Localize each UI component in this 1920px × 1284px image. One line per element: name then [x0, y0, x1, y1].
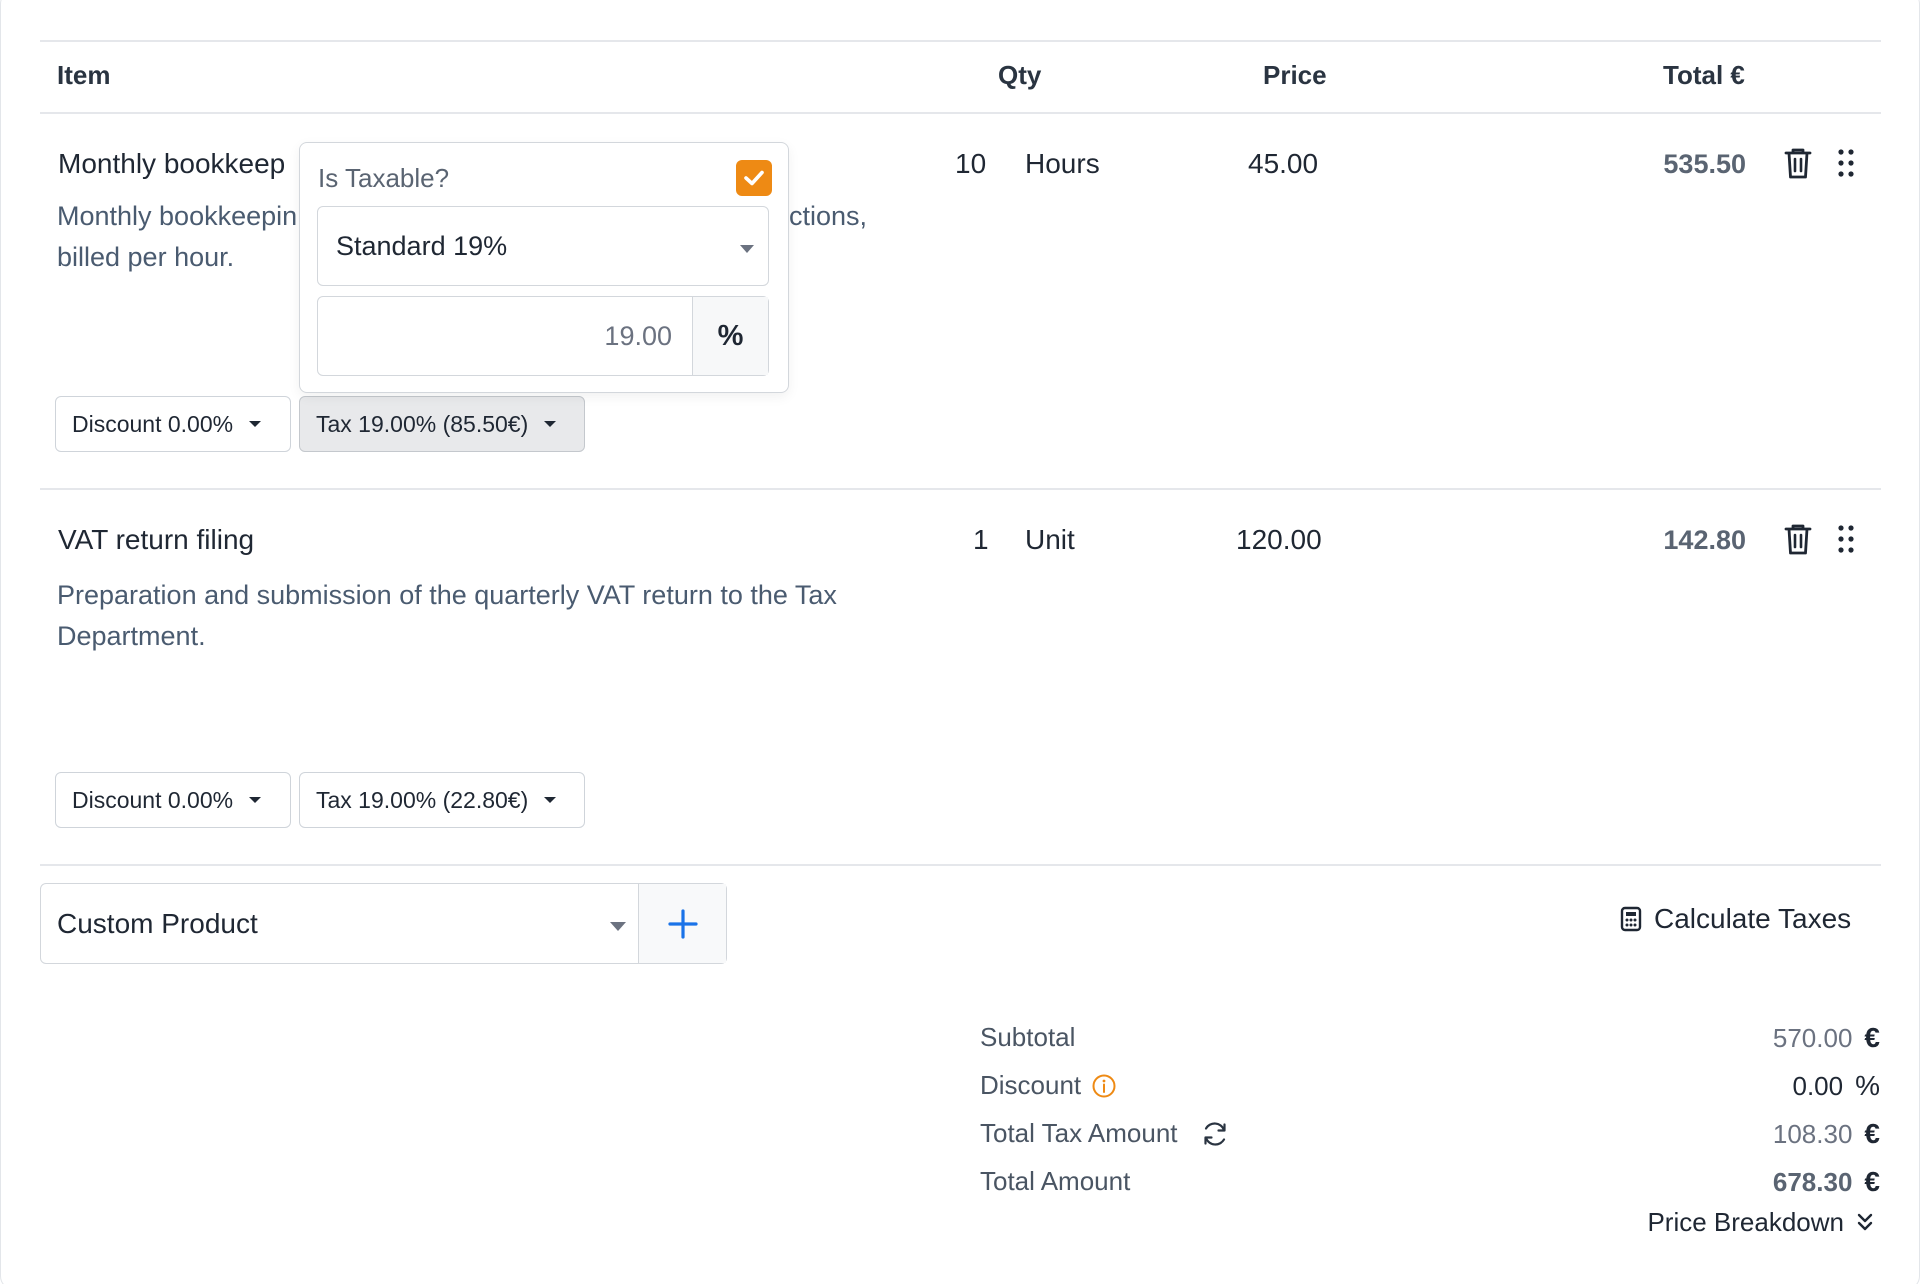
tax-dropdown-label: Tax 19.00% (85.50€): [316, 410, 529, 437]
percent-addon: %: [692, 297, 768, 375]
total-amount-label-text: Total Amount: [980, 1166, 1131, 1196]
item-qty[interactable]: 10: [955, 148, 986, 180]
currency-symbol: €: [1864, 1022, 1880, 1053]
refresh-icon[interactable]: [1200, 1119, 1230, 1149]
item-title[interactable]: Monthly bookkeep: [58, 148, 285, 180]
caret-down-icon: [249, 421, 262, 427]
is-taxable-label: Is Taxable?: [318, 163, 450, 193]
price-breakdown-label: Price Breakdown: [1647, 1207, 1844, 1237]
header-total: Total €: [1663, 60, 1745, 90]
item-price[interactable]: 120.00: [1236, 524, 1322, 556]
calculate-taxes-button[interactable]: Calculate Taxes: [1620, 903, 1851, 935]
discount-label-text: Discount: [980, 1070, 1082, 1100]
caret-down-icon: [740, 245, 754, 253]
discount-summary-value: 0.00 %: [1792, 1070, 1880, 1102]
item-unit[interactable]: Unit: [1025, 524, 1075, 556]
drag-handle-icon[interactable]: [1826, 143, 1866, 183]
item-price[interactable]: 45.00: [1248, 148, 1318, 180]
calculator-icon: [1620, 906, 1642, 932]
discount-summary-label: Discount: [980, 1070, 1117, 1101]
caret-down-icon: [249, 797, 262, 803]
item-line-total: 142.80: [1663, 525, 1746, 555]
total-amount-value: 678.30 €: [1773, 1166, 1880, 1198]
discount-dropdown-label: Discount 0.00%: [72, 786, 234, 813]
currency-symbol: €: [1864, 1166, 1880, 1197]
discount-dropdown-label: Discount 0.00%: [72, 410, 234, 437]
caret-down-icon: [544, 421, 557, 427]
item-description[interactable]: Monthly bookkeepin: [57, 201, 297, 232]
discount-dropdown[interactable]: Discount 0.00%: [55, 396, 291, 452]
tax-rate-selected: Standard 19%: [336, 230, 508, 261]
subtotal-label-text: Subtotal: [980, 1022, 1076, 1052]
product-select[interactable]: Custom Product: [41, 884, 638, 963]
table-top-divider: [40, 40, 1881, 42]
item-description[interactable]: Preparation and submission of the quarte…: [57, 575, 897, 657]
tax-rate-input-group: %: [317, 296, 769, 376]
calculate-taxes-label: Calculate Taxes: [1654, 903, 1852, 934]
tax-rate-input[interactable]: [318, 297, 692, 375]
total-amount: 678.30: [1772, 1167, 1853, 1197]
row-divider: [40, 488, 1881, 490]
currency-symbol: €: [1864, 1118, 1880, 1149]
is-taxable-checkbox[interactable]: [736, 160, 772, 196]
total-tax-label-text: Total Tax Amount: [980, 1118, 1178, 1148]
total-tax-value: 108.30 €: [1773, 1118, 1880, 1150]
chevron-double-down-icon: [1857, 1213, 1873, 1230]
discount-amount: 0.00: [1792, 1071, 1844, 1101]
tax-dropdown[interactable]: Tax 19.00% (22.80€): [299, 772, 585, 828]
tax-dropdown-label: Tax 19.00% (22.80€): [316, 786, 529, 813]
percent-symbol: %: [1855, 1070, 1880, 1101]
item-qty[interactable]: 1: [973, 524, 989, 556]
product-select-value: Custom Product: [57, 907, 258, 939]
item-line-total: 535.50: [1663, 149, 1746, 179]
tax-settings-popover: Is Taxable? Standard 19% %: [299, 142, 789, 393]
total-tax-label: Total Tax Amount: [980, 1118, 1230, 1149]
delete-icon[interactable]: [1778, 519, 1818, 559]
add-product-button[interactable]: [638, 884, 726, 963]
info-icon[interactable]: [1091, 1073, 1117, 1099]
plus-icon: [667, 908, 698, 939]
price-breakdown-toggle[interactable]: Price Breakdown: [1647, 1207, 1874, 1238]
header-divider: [40, 112, 1881, 114]
item-description-continued[interactable]: ctions,: [789, 201, 867, 232]
caret-down-icon: [610, 922, 626, 931]
item-title[interactable]: VAT return filing: [58, 524, 254, 556]
item-description-line2[interactable]: billed per hour.: [57, 242, 234, 273]
caret-down-icon: [544, 797, 557, 803]
add-product-group: Custom Product: [40, 883, 727, 964]
total-tax-amount: 108.30: [1772, 1119, 1853, 1149]
row-divider: [40, 864, 1881, 866]
header-item: Item: [57, 60, 111, 90]
tax-dropdown[interactable]: Tax 19.00% (85.50€): [299, 396, 585, 452]
tax-rate-select[interactable]: Standard 19%: [317, 206, 769, 286]
discount-dropdown[interactable]: Discount 0.00%: [55, 772, 291, 828]
total-amount-label: Total Amount: [980, 1166, 1130, 1197]
header-qty: Qty: [998, 60, 1042, 90]
subtotal-value: 570.00 €: [1773, 1022, 1880, 1054]
drag-handle-icon[interactable]: [1826, 519, 1866, 559]
header-price: Price: [1263, 60, 1327, 90]
subtotal-label: Subtotal: [980, 1022, 1075, 1053]
subtotal-amount: 570.00: [1772, 1023, 1853, 1053]
item-unit[interactable]: Hours: [1025, 148, 1100, 180]
checkmark-icon: [744, 170, 764, 186]
delete-icon[interactable]: [1778, 143, 1818, 183]
